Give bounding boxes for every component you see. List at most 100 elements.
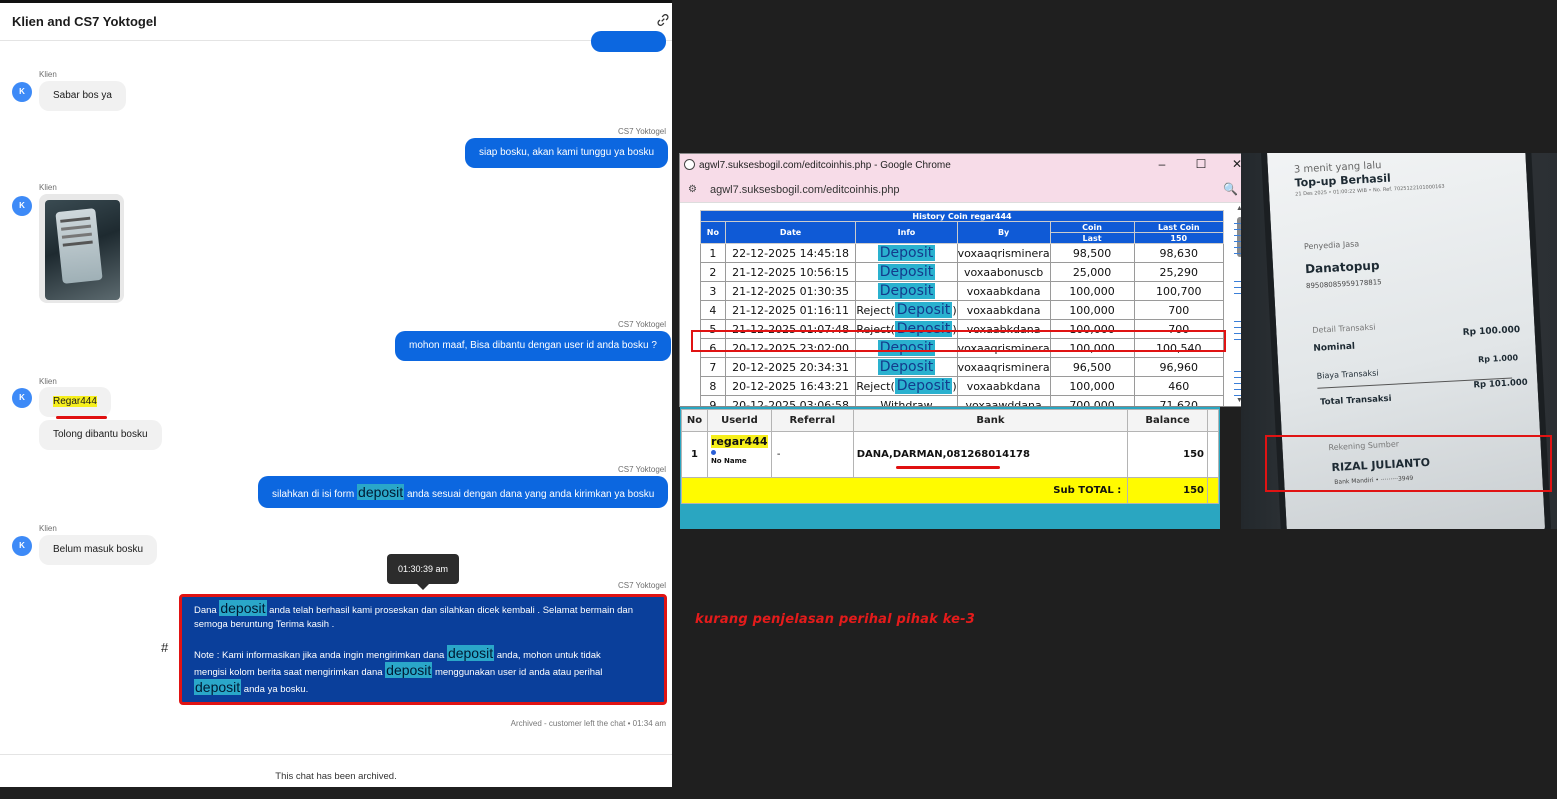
cell-date: 21-12-2025 10:56:15 xyxy=(724,262,857,282)
col-header: Coin xyxy=(1049,221,1135,233)
message-sender: CS7 Yoktogel xyxy=(617,581,666,590)
cell-coin: 100,000 xyxy=(1049,281,1135,301)
cell-by: voxaaqrisminera xyxy=(956,243,1051,263)
message-sender: Klien xyxy=(39,377,57,386)
info-highlight: Deposit xyxy=(877,283,936,299)
message-sender: Klien xyxy=(39,183,57,192)
userid-link[interactable]: regar444 xyxy=(710,435,768,448)
cell-coin: 100,000 xyxy=(1049,376,1135,396)
provider-label: Penyedia Jasa xyxy=(1303,239,1360,252)
info-suffix: ) xyxy=(952,304,957,317)
cell-no: 4 xyxy=(700,300,726,320)
cell-userid: regar444 No Name xyxy=(706,431,772,478)
fee-label: Biaya Transaksi xyxy=(1316,368,1379,381)
cell-by: voxaaqrisminera xyxy=(956,357,1051,377)
cell-coin: 98,500 xyxy=(1049,243,1135,263)
info-icon[interactable] xyxy=(710,450,716,455)
site-settings-icon[interactable]: ⚙ xyxy=(688,184,697,195)
table-title: History Coin regar444 xyxy=(700,210,1224,222)
image-attachment[interactable] xyxy=(39,194,124,303)
message-anchor[interactable]: # xyxy=(161,640,168,655)
archived-label: This chat has been archived. xyxy=(275,771,397,782)
user-id-text: Regar444 xyxy=(53,396,97,407)
message-text: Dana xyxy=(194,605,220,616)
cell-by: voxaawddana xyxy=(956,395,1051,406)
info-highlight: Deposit xyxy=(877,245,936,261)
chat-title: Klien and CS7 Yoktogel xyxy=(12,14,157,29)
total-value: Rp 101.000 xyxy=(1473,377,1528,391)
message-text: Belum masuk bosku xyxy=(53,544,144,555)
url-text[interactable]: agwl7.suksesbogil.com/editcoinhis.php xyxy=(710,184,900,196)
cell-info: Deposit xyxy=(855,262,958,282)
cell-no: 7 xyxy=(700,357,726,377)
bank-text: DANA,DARMAN,081268014178 xyxy=(856,449,1030,460)
col-header: Info xyxy=(855,221,958,244)
cell-info: Withdraw xyxy=(855,395,958,406)
chat-header: Klien and CS7 Yoktogel xyxy=(0,3,672,41)
info-highlight: Deposit xyxy=(894,378,953,394)
annotation-caption: kurang penjelasan perihal pihak ke-3 xyxy=(695,612,975,627)
col-header: Bank xyxy=(852,409,1129,432)
annotation-box xyxy=(1265,435,1552,492)
message-sender: CS7 Yoktogel xyxy=(617,320,666,329)
chat-footer: This chat has been archived. xyxy=(0,754,672,790)
cell-info: Reject(Deposit) xyxy=(855,376,958,396)
message-text: silahkan di isi form xyxy=(272,489,358,500)
nominal-label: Nominal xyxy=(1313,341,1356,354)
table-row: 1 regar444 No Name - DANA,DARMAN,0812680… xyxy=(681,431,1219,478)
address-bar[interactable]: ⚙ agwl7.suksesbogil.com/editcoinhis.php … xyxy=(680,176,1253,203)
cell-date: 20-12-2025 20:34:31 xyxy=(724,357,857,377)
cell-no: 1 xyxy=(681,431,708,478)
coin-history-table: History Coin regar444 No Date Info By Co… xyxy=(700,210,1225,406)
cell-last: 700 xyxy=(1133,300,1225,320)
message-text: mengisi kolom berita saat mengirimkan da… xyxy=(194,667,386,678)
info-prefix: Reject( xyxy=(856,380,895,393)
info-highlight: Deposit xyxy=(877,264,936,280)
cell-info: Deposit xyxy=(855,243,958,263)
nominal-value: Rp 100.000 xyxy=(1462,325,1521,339)
zoom-icon[interactable]: 🔍 xyxy=(1223,182,1238,196)
message-text: anda, mohon untuk tidak xyxy=(494,650,601,661)
table-row: 9 20-12-2025 03:06:58 Withdraw voxaawdda… xyxy=(700,395,1225,406)
subtotal-value: 150 xyxy=(1127,477,1209,504)
deposit-highlight: deposit xyxy=(357,484,405,500)
cell-bank: DANA,DARMAN,081268014178 xyxy=(852,431,1129,478)
cell-date: 21-12-2025 01:30:35 xyxy=(724,281,857,301)
info-highlight: Deposit xyxy=(894,302,953,318)
table-row: 8 20-12-2025 16:43:21 Reject(Deposit) vo… xyxy=(700,376,1225,396)
message-bubble-in: Tolong dibantu bosku xyxy=(39,420,162,450)
link-icon[interactable] xyxy=(656,13,670,27)
fee-value: Rp 1.000 xyxy=(1477,353,1519,365)
archive-note: Archived - customer left the chat • 01:3… xyxy=(510,719,666,728)
globe-icon xyxy=(684,159,695,170)
cell-no: 3 xyxy=(700,281,726,301)
message-text: anda ya bosku. xyxy=(241,684,309,695)
message-bubble-in: Belum masuk bosku xyxy=(39,535,158,565)
info-prefix: Reject( xyxy=(856,304,895,317)
cell-no: 1 xyxy=(700,243,726,263)
maximize-button[interactable]: ☐ xyxy=(1191,157,1211,171)
cell-referral: - xyxy=(770,431,854,478)
tooltip-text: 01:30:39 am xyxy=(397,564,449,574)
message-sender: Klien xyxy=(39,70,57,79)
provider-number: 89508085959178815 xyxy=(1305,278,1382,291)
cell-info: Deposit xyxy=(855,281,958,301)
cell-last: 96,960 xyxy=(1133,357,1225,377)
window-title: agwl7.suksesbogil.com/editcoinhis.php - … xyxy=(699,160,951,171)
cell-info: Reject(Deposit) xyxy=(855,300,958,320)
minimize-button[interactable]: – xyxy=(1152,157,1172,171)
message-sender: CS7 Yoktogel xyxy=(617,127,666,136)
cell-by: voxaabonuscb xyxy=(956,262,1051,282)
message-bubble-out: silahkan di isi form deposit anda sesuai… xyxy=(258,476,669,508)
message-sender: CS7 Yoktogel xyxy=(617,465,666,474)
cell-coin: 100,000 xyxy=(1049,300,1135,320)
cell-by: voxaabkdana xyxy=(956,281,1051,301)
message-text: mohon maaf, Bisa dibantu dengan user id … xyxy=(409,340,657,351)
provider-name: Danatopup xyxy=(1304,258,1380,277)
cell-date: 21-12-2025 01:16:11 xyxy=(724,300,857,320)
table-row: 3 21-12-2025 01:30:35 Deposit voxaabkdan… xyxy=(700,281,1225,301)
balance-table: No UserId Referral Bank Balance 1 regar4… xyxy=(680,409,1219,504)
avatar: K xyxy=(12,388,32,408)
info-highlight: Deposit xyxy=(877,359,936,375)
message-bubble-in: Regar444 xyxy=(39,387,111,417)
